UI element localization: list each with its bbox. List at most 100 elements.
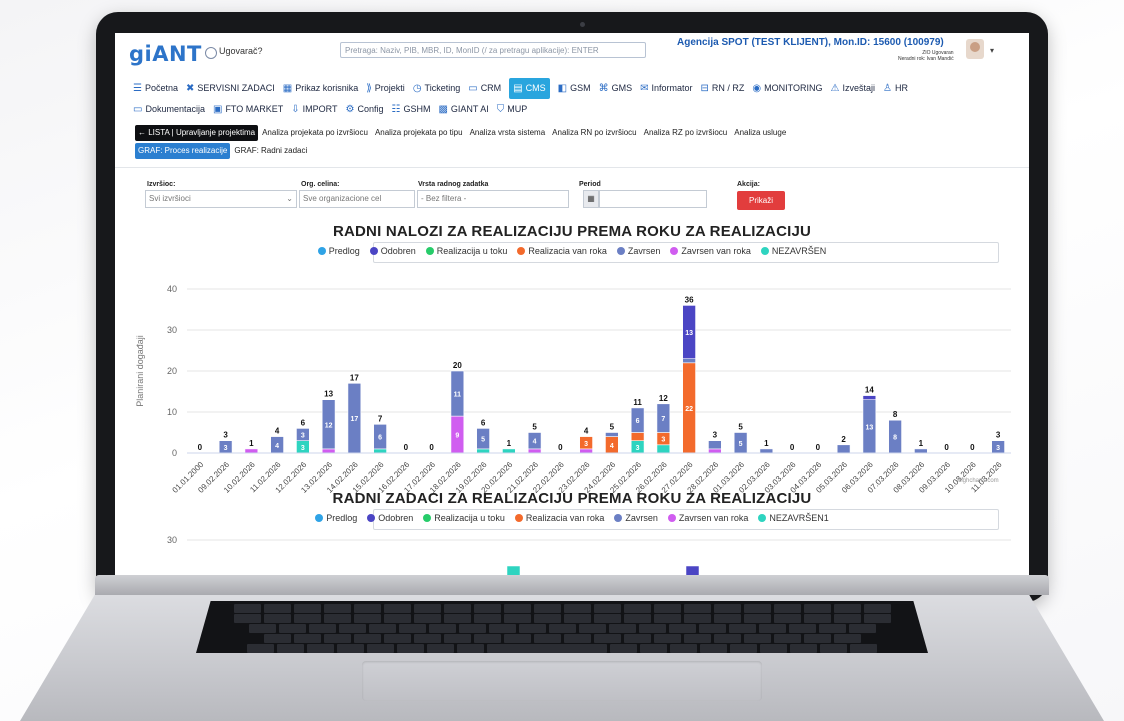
chart1-title: RADNI NALOZI ZA REALIZACIJU PREMA ROKU Z… (332, 223, 812, 240)
tab-0[interactable]: ← LISTA | Upravljanje projektima (135, 125, 259, 141)
menu-pocetna[interactable]: ☰ Početna (133, 78, 178, 99)
bar-segment[interactable] (502, 448, 516, 454)
tab-8[interactable]: GRAF: Radni zadaci (231, 143, 310, 159)
keyboard-key (863, 614, 891, 623)
bar-segment[interactable] (579, 448, 593, 454)
bar-segment[interactable] (527, 448, 542, 454)
menu-mup[interactable]: ⛉ MUP (497, 99, 528, 120)
tab-6[interactable]: Analiza usluge (731, 125, 789, 141)
servisni-zadaci-icon: ✖ (186, 83, 195, 94)
menu-fto-market[interactable]: ▣ FTO MARKET (213, 99, 283, 120)
keyboard-key (278, 624, 306, 633)
menu-giant-ai[interactable]: ▩ GIANT AI (438, 99, 488, 120)
menu-label: Izveštaji (842, 83, 875, 93)
tab-4[interactable]: Analiza RN po izvršiocu (549, 125, 639, 141)
segment-label: 7 (661, 416, 665, 423)
bar-segment[interactable] (708, 448, 722, 454)
segment-label: 5 (739, 441, 743, 448)
key-row (196, 604, 928, 614)
keyboard-key (728, 624, 756, 633)
segment-label: 6 (378, 435, 382, 442)
user-avatar[interactable] (966, 39, 984, 59)
keyboard-key (833, 604, 861, 613)
tab-2[interactable]: Analiza projekata po tipu (372, 125, 466, 141)
y-tick-label: 20 (167, 366, 177, 376)
bar-segment[interactable] (373, 448, 387, 454)
menu-gsm[interactable]: ◧ GSM (558, 78, 591, 99)
keyboard-key (608, 624, 636, 633)
chart1-plot: 010203040Planirani događaji001.01.200033… (135, 284, 1011, 495)
crm-icon: ▭ (468, 83, 478, 94)
menu-rn-rz[interactable]: ⊟ RN / RZ (701, 78, 745, 99)
ugovarac-checkbox[interactable] (205, 47, 217, 59)
segment-label: 11 (454, 392, 462, 399)
izvrsilac-select[interactable]: Svi izvršioci ⌄ (145, 190, 297, 208)
menu-dokumentacija[interactable]: ▭ Dokumentacija (133, 99, 205, 120)
keyboard-key (233, 614, 261, 623)
bar-segment[interactable] (630, 432, 645, 441)
bar-segment[interactable] (836, 444, 851, 454)
menu-informator[interactable]: ✉ Informator (640, 78, 692, 99)
keyboard-key (428, 624, 456, 633)
segment-label: 3 (301, 445, 305, 452)
menu-ticketing[interactable]: ◷ Ticketing (413, 78, 460, 99)
prikazi-button[interactable]: Prikaži (737, 191, 785, 210)
menu-label: MUP (507, 104, 528, 114)
menu-config[interactable]: ⚙ Config (346, 99, 384, 120)
segment-label: 3 (661, 437, 665, 444)
giant-logo[interactable]: giANT (129, 42, 202, 66)
menu-cms[interactable]: ▤ CMS (509, 78, 550, 99)
keyboard-key (668, 624, 696, 633)
keyboard-key (683, 614, 711, 623)
camera-dot (580, 22, 585, 27)
bar-segment[interactable] (682, 358, 696, 364)
menu-projekti[interactable]: ⟫ Projekti (366, 78, 405, 99)
bar-segment[interactable] (656, 444, 671, 454)
bar-segment[interactable] (759, 448, 774, 454)
bar-segment[interactable] (476, 448, 490, 454)
calendar-icon[interactable]: ▦ (583, 190, 599, 208)
agency-title: Agencija SPOT (TEST KLIJENT), Mon.ID: 15… (677, 37, 944, 48)
bar-segment[interactable] (862, 395, 877, 401)
keyboard-key (713, 614, 741, 623)
ticketing-icon: ◷ (412, 83, 422, 94)
bar-total-label: 6 (481, 418, 486, 427)
keyboard-key (413, 614, 441, 623)
tab-5[interactable]: Analiza RZ po izvršiocu (641, 125, 731, 141)
key-row (196, 644, 928, 653)
bar-segment[interactable] (321, 448, 336, 454)
menu-prikaz-korisnika[interactable]: ▦ Prikaz korisnika (283, 78, 358, 99)
bar-segment[interactable] (244, 448, 259, 454)
period-input[interactable] (599, 190, 707, 208)
menu-hr[interactable]: ♙ HR (883, 78, 908, 99)
menu-crm[interactable]: ▭ CRM (468, 78, 501, 99)
menu-servisni-zadaci[interactable]: ✖ SERVISNI ZADACI (186, 78, 275, 99)
menu-izvestaji[interactable]: ⚠ Izveštaji (831, 78, 875, 99)
bar-segment[interactable] (605, 432, 619, 437)
bar-total-label: 0 (429, 443, 434, 452)
y-tick-label: 0 (172, 448, 177, 458)
menu-monitoring[interactable]: ◉ MONITORING (752, 78, 822, 99)
chevron-down-icon[interactable]: ▾ (990, 46, 994, 55)
bar-total-label: 4 (584, 427, 589, 436)
y-tick-label: 10 (167, 407, 177, 417)
keyboard-key (308, 624, 336, 633)
search-input[interactable]: Pretraga: Naziv, PIB, MBR, ID, MonID (/ … (340, 42, 646, 58)
tab-7[interactable]: GRAF: Proces realizacije (135, 143, 231, 159)
tab-1[interactable]: Analiza projekata po izvršiocu (259, 125, 371, 141)
segment-label: 13 (685, 330, 693, 337)
keyboard-key (263, 614, 291, 623)
vrsta-select[interactable]: - Bez filtera - (417, 190, 569, 208)
menu-import[interactable]: ⇩ IMPORT (291, 99, 337, 120)
menu-gms[interactable]: ⌘ GMS (599, 78, 633, 99)
keyboard-key (863, 604, 891, 613)
bar-total-label: 0 (198, 443, 203, 452)
org-celina-select[interactable]: Sve organizacione cel (299, 190, 415, 208)
bar-total-label: 0 (944, 443, 949, 452)
bar-segment[interactable] (914, 448, 928, 454)
menu-gshm[interactable]: ☷ GSHM (392, 99, 431, 120)
bar-segment[interactable] (708, 440, 722, 450)
segment-label: 4 (533, 439, 537, 446)
tab-3[interactable]: Analiza vrsta sistema (467, 125, 549, 141)
menu-label: Dokumentacija (145, 104, 205, 114)
